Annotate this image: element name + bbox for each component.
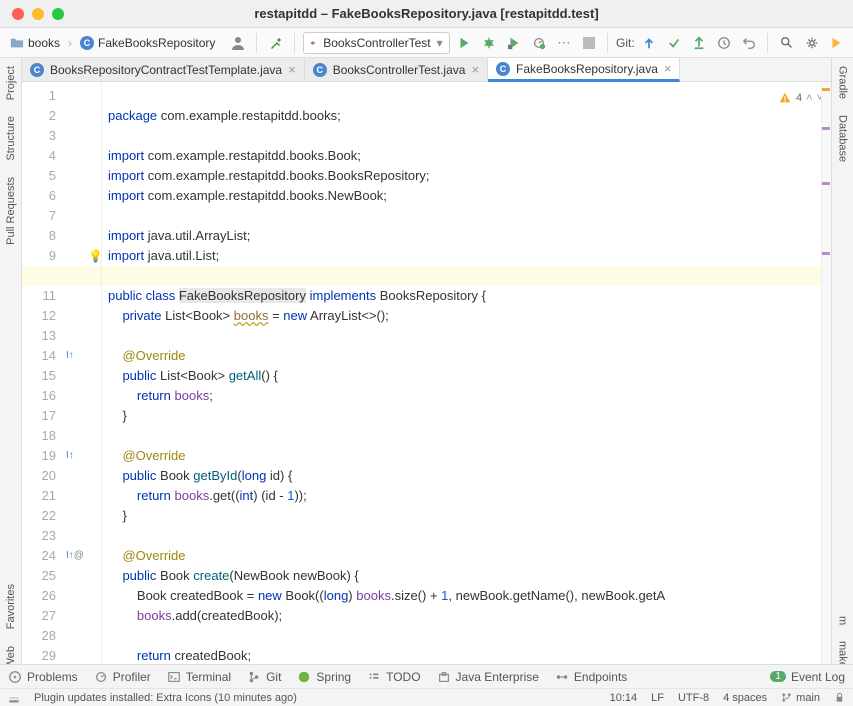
tool-event-log[interactable]: 1Event Log xyxy=(770,670,845,684)
more-run-icon[interactable]: ⋯ xyxy=(553,32,574,54)
user-icon[interactable] xyxy=(227,32,248,54)
problems-icon xyxy=(8,670,22,684)
tool-terminal[interactable]: Terminal xyxy=(167,670,231,684)
tool-endpoints[interactable]: Endpoints xyxy=(555,670,627,684)
warning-icon xyxy=(778,91,792,105)
close-icon[interactable]: × xyxy=(288,62,296,77)
run-anything-icon[interactable] xyxy=(826,32,847,54)
tab-contract-template[interactable]: CBooksRepositoryContractTestTemplate.jav… xyxy=(22,58,305,81)
status-message: Plugin updates installed: Extra Icons (1… xyxy=(34,692,297,704)
git-label: Git: xyxy=(616,36,635,50)
gear-icon[interactable] xyxy=(801,32,822,54)
override-icon[interactable]: I↑ xyxy=(66,346,74,366)
folder-icon xyxy=(10,36,24,50)
tool-spring[interactable]: Spring xyxy=(297,670,351,684)
class-icon: C xyxy=(313,63,327,77)
indent-setting[interactable]: 4 spaces xyxy=(723,692,767,704)
tool-java-enterprise[interactable]: Java Enterprise xyxy=(437,670,539,684)
class-icon: C xyxy=(80,36,94,50)
search-icon[interactable] xyxy=(776,32,797,54)
intention-bulb-icon[interactable]: 💡 xyxy=(88,246,103,266)
sidebar-project[interactable]: Project xyxy=(3,58,19,108)
sidebar-m[interactable]: m xyxy=(835,608,851,633)
code-area[interactable]: package com.example.restapitdd.books; im… xyxy=(102,82,831,664)
breadcrumb-books[interactable]: books xyxy=(28,36,60,50)
terminal-icon xyxy=(167,670,181,684)
branch-icon xyxy=(781,692,792,703)
stop-button[interactable] xyxy=(578,32,599,54)
close-icon[interactable]: × xyxy=(664,61,672,76)
sidebar-structure[interactable]: Structure xyxy=(3,108,19,169)
bottom-tool-bar: Problems Profiler Terminal Git Spring TO… xyxy=(0,664,853,688)
right-tool-strip: Gradle Database m make xyxy=(831,58,853,676)
build-icon[interactable] xyxy=(265,32,286,54)
inspection-widget[interactable]: 4 ˄ ˅ xyxy=(774,86,827,110)
lock-icon[interactable] xyxy=(834,692,845,703)
close-icon[interactable]: × xyxy=(471,62,479,77)
encoding[interactable]: UTF-8 xyxy=(678,692,709,704)
class-icon: C xyxy=(496,62,510,76)
left-tool-strip: Project Structure Pull Requests Favorite… xyxy=(0,58,22,676)
tool-todo[interactable]: TODO xyxy=(367,670,420,684)
line-ending[interactable]: LF xyxy=(651,692,664,704)
scrollbar[interactable] xyxy=(821,82,831,664)
spring-icon xyxy=(297,670,311,684)
debug-button[interactable] xyxy=(479,32,500,54)
enterprise-icon xyxy=(437,670,451,684)
vcs-rollback-icon[interactable] xyxy=(738,32,759,54)
line-numbers: 1234567891011121314151617181920212223242… xyxy=(22,82,64,664)
class-icon: C xyxy=(30,63,44,77)
tool-git[interactable]: Git xyxy=(247,670,281,684)
sidebar-database[interactable]: Database xyxy=(835,107,851,170)
run-config-selector[interactable]: BooksControllerTest ▾ xyxy=(303,32,450,54)
todo-icon xyxy=(367,670,381,684)
vcs-update-icon[interactable] xyxy=(639,32,660,54)
title-bar: restapitdd – FakeBooksRepository.java [r… xyxy=(0,0,853,28)
coverage-button[interactable] xyxy=(503,32,524,54)
breadcrumb-class[interactable]: FakeBooksRepository xyxy=(98,36,215,50)
code-editor[interactable]: 1234567891011121314151617181920212223242… xyxy=(22,82,831,664)
breadcrumb[interactable]: books › CFakeBooksRepository xyxy=(6,34,219,52)
test-config-icon xyxy=(310,36,317,50)
main-toolbar: books › CFakeBooksRepository BooksContro… xyxy=(0,28,853,58)
run-config-name: BooksControllerTest xyxy=(323,36,430,50)
vcs-push-icon[interactable] xyxy=(689,32,710,54)
cursor-position[interactable]: 10:14 xyxy=(610,692,638,704)
tab-controller-test[interactable]: CBooksControllerTest.java× xyxy=(305,58,488,81)
sidebar-favorites[interactable]: Favorites xyxy=(3,576,19,637)
override-icon[interactable]: I↑@ xyxy=(66,546,84,566)
git-icon xyxy=(247,670,261,684)
editor-tabs: CBooksRepositoryContractTestTemplate.jav… xyxy=(22,58,831,82)
status-bar: Plugin updates installed: Extra Icons (1… xyxy=(0,688,853,706)
profiler-icon xyxy=(94,670,108,684)
gutter-icons: I↑ I↑ I↑@ xyxy=(64,82,88,664)
git-branch[interactable]: main xyxy=(781,692,820,704)
run-button[interactable] xyxy=(454,32,475,54)
chevron-up-icon[interactable]: ˄ xyxy=(806,88,812,108)
profile-button[interactable] xyxy=(528,32,549,54)
window-title: restapitdd – FakeBooksRepository.java [r… xyxy=(0,6,853,21)
sidebar-gradle[interactable]: Gradle xyxy=(835,58,851,107)
event-count-badge: 1 xyxy=(770,671,786,682)
override-icon[interactable]: I↑ xyxy=(66,446,74,466)
fold-column[interactable]: 💡 xyxy=(88,82,102,664)
status-icon[interactable] xyxy=(8,692,20,704)
sidebar-pull-requests[interactable]: Pull Requests xyxy=(3,169,19,253)
endpoints-icon xyxy=(555,670,569,684)
tool-profiler[interactable]: Profiler xyxy=(94,670,151,684)
tool-problems[interactable]: Problems xyxy=(8,670,78,684)
vcs-history-icon[interactable] xyxy=(713,32,734,54)
tab-fake-repo[interactable]: CFakeBooksRepository.java× xyxy=(488,58,680,82)
vcs-commit-icon[interactable] xyxy=(664,32,685,54)
